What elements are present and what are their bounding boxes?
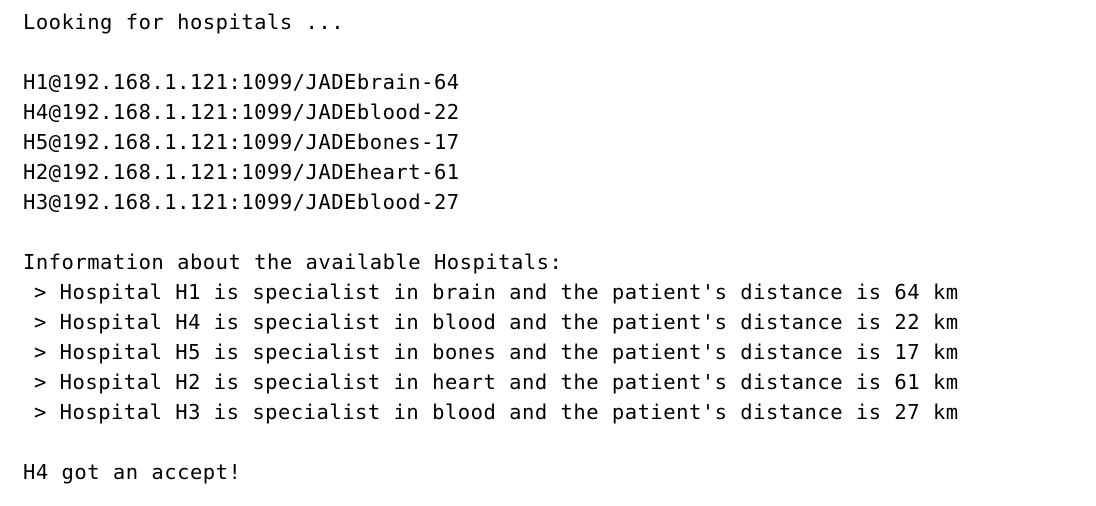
hospital-info-line: > Hospital H1 is specialist in brain and…	[34, 280, 959, 304]
info-header: Information about the available Hospital…	[23, 250, 563, 274]
result-message: H4 got an accept!	[23, 460, 242, 484]
console-output: Looking for hospitals ... H1@192.168.1.1…	[0, 0, 1096, 506]
agent-line: H2@192.168.1.121:1099/JADEheart-61	[23, 160, 460, 184]
agent-line: H3@192.168.1.121:1099/JADEblood-27	[23, 190, 460, 214]
hospital-info-line: > Hospital H4 is specialist in blood and…	[34, 310, 959, 334]
agent-line: H5@192.168.1.121:1099/JADEbones-17	[23, 130, 460, 154]
hospital-info-line: > Hospital H5 is specialist in bones and…	[34, 340, 959, 364]
searching-message: Looking for hospitals ...	[23, 10, 345, 34]
hospital-info-line: > Hospital H3 is specialist in blood and…	[34, 400, 959, 424]
agent-line: H1@192.168.1.121:1099/JADEbrain-64	[23, 70, 460, 94]
agent-line: H4@192.168.1.121:1099/JADEblood-22	[23, 100, 460, 124]
hospital-info-line: > Hospital H2 is specialist in heart and…	[34, 370, 959, 394]
